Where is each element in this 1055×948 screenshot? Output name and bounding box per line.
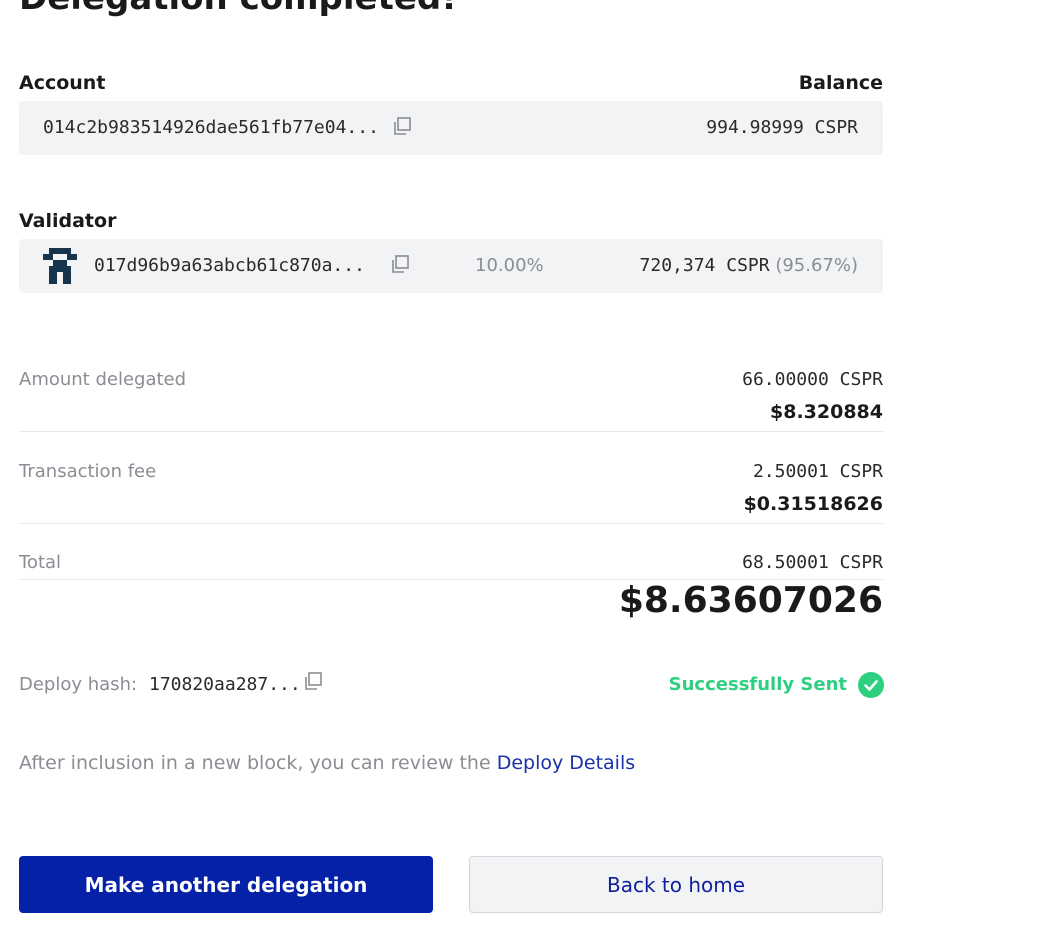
- amount-fiat: $8.320884: [770, 401, 883, 423]
- validator-address: 017d96b9a63abcb61c870a...: [94, 255, 365, 276]
- copy-icon[interactable]: [389, 254, 411, 276]
- account-address: 014c2b983514926dae561fb77e04...: [43, 117, 379, 138]
- fee-label: Transaction fee: [19, 461, 157, 482]
- validator-stake: 720,374 CSPR: [639, 255, 770, 276]
- total-fiat: $8.63607026: [618, 580, 883, 621]
- info-text: After inclusion in a new block, you can …: [19, 751, 635, 775]
- amount-cspr: 66.00000 CSPR: [742, 369, 883, 390]
- back-to-home-button[interactable]: Back to home: [469, 856, 883, 913]
- balance-label: Balance: [798, 72, 883, 94]
- total-label: Total: [19, 552, 62, 573]
- check-circle-icon: [858, 672, 884, 698]
- deploy-details-link[interactable]: Deploy Details: [497, 752, 635, 774]
- page-title: Delegation completed!: [19, 0, 457, 19]
- info-text-body: After inclusion in a new block, you can …: [19, 752, 497, 774]
- copy-icon[interactable]: [391, 116, 413, 138]
- validator-fee: 10.00%: [475, 255, 544, 276]
- account-box: 014c2b983514926dae561fb77e04... 994.9899…: [19, 101, 883, 155]
- validator-avatar-icon: [41, 248, 79, 284]
- divider: [19, 523, 883, 524]
- divider: [19, 431, 883, 432]
- fee-fiat: $0.31518626: [743, 493, 883, 515]
- validator-stake-share: (95.67%): [775, 255, 858, 276]
- validator-label: Validator: [19, 210, 117, 232]
- amount-label: Amount delegated: [19, 369, 187, 390]
- account-balance: 994.98999 CSPR: [706, 117, 858, 138]
- copy-icon[interactable]: [302, 671, 324, 693]
- deploy-hash-label: Deploy hash:: [19, 674, 138, 695]
- account-label: Account: [19, 72, 106, 94]
- deploy-hash: 170820aa287...: [149, 674, 301, 695]
- total-cspr: 68.50001 CSPR: [742, 552, 883, 573]
- status-text: Successfully Sent: [668, 674, 847, 695]
- make-another-delegation-button[interactable]: Make another delegation: [19, 856, 433, 913]
- validator-stake-wrap: 720,374 CSPR (95.67%): [640, 254, 858, 278]
- validator-box[interactable]: 017d96b9a63abcb61c870a... 10.00% 720,374…: [19, 239, 883, 293]
- fee-cspr: 2.50001 CSPR: [752, 461, 883, 482]
